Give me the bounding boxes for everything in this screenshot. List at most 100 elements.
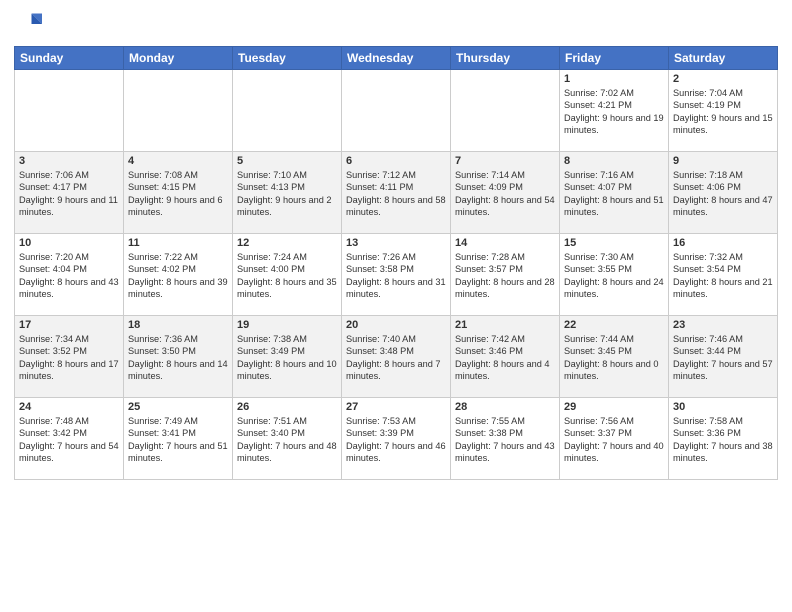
- calendar-cell: 22 Sunrise: 7:44 AM Sunset: 3:45 PM Dayli…: [560, 316, 669, 398]
- day-number: 9: [673, 155, 773, 167]
- logo-icon: [14, 10, 42, 38]
- day-content: Sunrise: 7:48 AM Sunset: 3:42 PM Dayligh…: [19, 415, 119, 465]
- calendar-cell: 2Sunrise: 7:04 AM Sunset: 4:19 PM Daylig…: [669, 70, 778, 152]
- day-number: 13: [346, 237, 446, 249]
- calendar-week-row: 3 Sunrise: 7:06 AM Sunset: 4:17 PM Daylig…: [15, 152, 778, 234]
- day-content: Sunrise: 7:53 AM Sunset: 3:39 PM Dayligh…: [346, 415, 446, 465]
- day-number: 16: [673, 237, 773, 249]
- day-number: 29: [564, 401, 664, 413]
- calendar-week-row: 24 Sunrise: 7:48 AM Sunset: 3:42 PM Dayli…: [15, 398, 778, 480]
- day-content: Sunrise: 7:42 AM Sunset: 3:46 PM Dayligh…: [455, 333, 555, 383]
- calendar-cell: 29 Sunrise: 7:56 AM Sunset: 3:37 PM Dayli…: [560, 398, 669, 480]
- day-number: 23: [673, 319, 773, 331]
- calendar-cell: 7 Sunrise: 7:14 AM Sunset: 4:09 PM Daylig…: [451, 152, 560, 234]
- calendar-cell: 21 Sunrise: 7:42 AM Sunset: 3:46 PM Dayli…: [451, 316, 560, 398]
- weekday-header: Sunday: [15, 47, 124, 70]
- day-number: 11: [128, 237, 228, 249]
- calendar-cell: 3 Sunrise: 7:06 AM Sunset: 4:17 PM Daylig…: [15, 152, 124, 234]
- day-content: Sunrise: 7:10 AM Sunset: 4:13 PM Dayligh…: [237, 169, 337, 219]
- calendar-cell: 4 Sunrise: 7:08 AM Sunset: 4:15 PM Daylig…: [124, 152, 233, 234]
- day-content: Sunrise: 7:49 AM Sunset: 3:41 PM Dayligh…: [128, 415, 228, 465]
- weekday-header: Monday: [124, 47, 233, 70]
- calendar-cell: 20Sunrise: 7:40 AM Sunset: 3:48 PM Dayli…: [342, 316, 451, 398]
- day-content: Sunrise: 7:06 AM Sunset: 4:17 PM Dayligh…: [19, 169, 119, 219]
- day-content: Sunrise: 7:12 AM Sunset: 4:11 PM Dayligh…: [346, 169, 446, 219]
- day-number: 4: [128, 155, 228, 167]
- day-content: Sunrise: 7:58 AM Sunset: 3:36 PM Dayligh…: [673, 415, 773, 465]
- day-content: Sunrise: 7:18 AM Sunset: 4:06 PM Dayligh…: [673, 169, 773, 219]
- calendar-cell: 19Sunrise: 7:38 AM Sunset: 3:49 PM Dayli…: [233, 316, 342, 398]
- calendar-cell: 13 Sunrise: 7:26 AM Sunset: 3:58 PM Dayli…: [342, 234, 451, 316]
- day-content: Sunrise: 7:26 AM Sunset: 3:58 PM Dayligh…: [346, 251, 446, 301]
- day-content: Sunrise: 7:46 AM Sunset: 3:44 PM Dayligh…: [673, 333, 773, 383]
- day-number: 28: [455, 401, 555, 413]
- day-number: 7: [455, 155, 555, 167]
- day-content: Sunrise: 7:14 AM Sunset: 4:09 PM Dayligh…: [455, 169, 555, 219]
- weekday-header: Tuesday: [233, 47, 342, 70]
- weekday-header: Wednesday: [342, 47, 451, 70]
- day-content: Sunrise: 7:56 AM Sunset: 3:37 PM Dayligh…: [564, 415, 664, 465]
- day-number: 24: [19, 401, 119, 413]
- day-content: Sunrise: 7:32 AM Sunset: 3:54 PM Dayligh…: [673, 251, 773, 301]
- day-content: Sunrise: 7:55 AM Sunset: 3:38 PM Dayligh…: [455, 415, 555, 465]
- calendar-cell: [342, 70, 451, 152]
- day-number: 5: [237, 155, 337, 167]
- day-number: 8: [564, 155, 664, 167]
- day-content: Sunrise: 7:40 AM Sunset: 3:48 PM Dayligh…: [346, 333, 446, 383]
- day-content: Sunrise: 7:38 AM Sunset: 3:49 PM Dayligh…: [237, 333, 337, 383]
- calendar-cell: 9 Sunrise: 7:18 AM Sunset: 4:06 PM Daylig…: [669, 152, 778, 234]
- calendar-cell: 12 Sunrise: 7:24 AM Sunset: 4:00 PM Dayli…: [233, 234, 342, 316]
- calendar-cell: 18 Sunrise: 7:36 AM Sunset: 3:50 PM Dayli…: [124, 316, 233, 398]
- day-content: Sunrise: 7:20 AM Sunset: 4:04 PM Dayligh…: [19, 251, 119, 301]
- calendar-cell: 24 Sunrise: 7:48 AM Sunset: 3:42 PM Dayli…: [15, 398, 124, 480]
- day-content: Sunrise: 7:36 AM Sunset: 3:50 PM Dayligh…: [128, 333, 228, 383]
- day-number: 1: [564, 73, 664, 85]
- logo: [14, 10, 46, 38]
- calendar: SundayMondayTuesdayWednesdayThursdayFrid…: [14, 46, 778, 480]
- day-content: Sunrise: 7:16 AM Sunset: 4:07 PM Dayligh…: [564, 169, 664, 219]
- day-content: Sunrise: 7:24 AM Sunset: 4:00 PM Dayligh…: [237, 251, 337, 301]
- calendar-cell: 26Sunrise: 7:51 AM Sunset: 3:40 PM Dayli…: [233, 398, 342, 480]
- calendar-cell: 16 Sunrise: 7:32 AM Sunset: 3:54 PM Dayli…: [669, 234, 778, 316]
- day-content: Sunrise: 7:08 AM Sunset: 4:15 PM Dayligh…: [128, 169, 228, 219]
- calendar-cell: [124, 70, 233, 152]
- weekday-header: Friday: [560, 47, 669, 70]
- day-number: 14: [455, 237, 555, 249]
- calendar-cell: 15Sunrise: 7:30 AM Sunset: 3:55 PM Dayli…: [560, 234, 669, 316]
- calendar-cell: 27 Sunrise: 7:53 AM Sunset: 3:39 PM Dayli…: [342, 398, 451, 480]
- calendar-week-row: 1Sunrise: 7:02 AM Sunset: 4:21 PM Daylig…: [15, 70, 778, 152]
- day-number: 10: [19, 237, 119, 249]
- calendar-cell: [233, 70, 342, 152]
- day-content: Sunrise: 7:44 AM Sunset: 3:45 PM Dayligh…: [564, 333, 664, 383]
- calendar-cell: 8 Sunrise: 7:16 AM Sunset: 4:07 PM Daylig…: [560, 152, 669, 234]
- day-number: 27: [346, 401, 446, 413]
- calendar-cell: [451, 70, 560, 152]
- day-number: 22: [564, 319, 664, 331]
- day-number: 21: [455, 319, 555, 331]
- calendar-header-row: SundayMondayTuesdayWednesdayThursdayFrid…: [15, 47, 778, 70]
- calendar-week-row: 17 Sunrise: 7:34 AM Sunset: 3:52 PM Dayli…: [15, 316, 778, 398]
- calendar-cell: 10 Sunrise: 7:20 AM Sunset: 4:04 PM Dayli…: [15, 234, 124, 316]
- day-number: 15: [564, 237, 664, 249]
- day-content: Sunrise: 7:34 AM Sunset: 3:52 PM Dayligh…: [19, 333, 119, 383]
- day-number: 2: [673, 73, 773, 85]
- day-content: Sunrise: 7:51 AM Sunset: 3:40 PM Dayligh…: [237, 415, 337, 465]
- day-number: 3: [19, 155, 119, 167]
- calendar-cell: [15, 70, 124, 152]
- day-number: 18: [128, 319, 228, 331]
- calendar-cell: 25Sunrise: 7:49 AM Sunset: 3:41 PM Dayli…: [124, 398, 233, 480]
- day-content: Sunrise: 7:22 AM Sunset: 4:02 PM Dayligh…: [128, 251, 228, 301]
- calendar-cell: 17 Sunrise: 7:34 AM Sunset: 3:52 PM Dayli…: [15, 316, 124, 398]
- calendar-week-row: 10 Sunrise: 7:20 AM Sunset: 4:04 PM Dayli…: [15, 234, 778, 316]
- calendar-cell: 11 Sunrise: 7:22 AM Sunset: 4:02 PM Dayli…: [124, 234, 233, 316]
- day-number: 30: [673, 401, 773, 413]
- day-number: 17: [19, 319, 119, 331]
- day-number: 12: [237, 237, 337, 249]
- calendar-cell: 14Sunrise: 7:28 AM Sunset: 3:57 PM Dayli…: [451, 234, 560, 316]
- calendar-cell: 23 Sunrise: 7:46 AM Sunset: 3:44 PM Dayli…: [669, 316, 778, 398]
- calendar-cell: 30 Sunrise: 7:58 AM Sunset: 3:36 PM Dayli…: [669, 398, 778, 480]
- weekday-header: Thursday: [451, 47, 560, 70]
- header: [14, 10, 778, 38]
- calendar-cell: 28 Sunrise: 7:55 AM Sunset: 3:38 PM Dayli…: [451, 398, 560, 480]
- page: SundayMondayTuesdayWednesdayThursdayFrid…: [0, 0, 792, 612]
